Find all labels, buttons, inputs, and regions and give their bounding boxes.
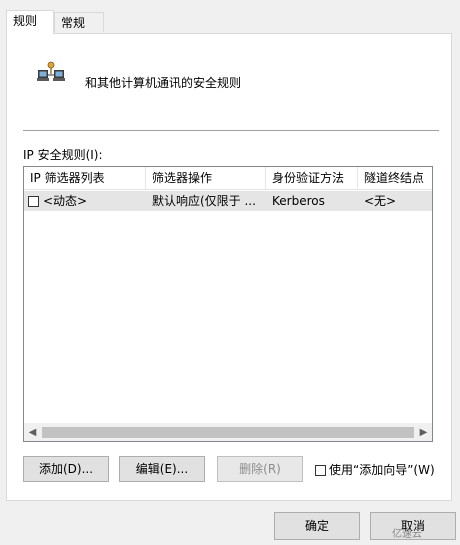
remove-button[interactable]: 删除(R) xyxy=(217,456,303,482)
rules-list[interactable]: IP 筛选器列表 筛选器操作 身份验证方法 隧道终结点 <动态> 默认响应(仅限… xyxy=(23,166,433,442)
header-description: 和其他计算机通讯的安全规则 xyxy=(85,76,242,90)
table-row[interactable]: <动态> 默认响应(仅限于 ... Kerberos <无> xyxy=(24,191,432,211)
cell-tunnel-endpoint: <无> xyxy=(364,194,397,208)
edit-button[interactable]: 编辑(E)... xyxy=(119,456,205,482)
column-tunnel-endpoint[interactable]: 隧道终结点 xyxy=(358,167,432,189)
rules-list-label: IP 安全规则(I): xyxy=(23,148,103,162)
column-filter-list[interactable]: IP 筛选器列表 xyxy=(24,167,146,189)
horizontal-scrollbar[interactable]: ◀ ▶ xyxy=(24,423,432,441)
scroll-left-icon[interactable]: ◀ xyxy=(24,424,41,441)
watermark: 亿速云 xyxy=(392,529,422,540)
scroll-right-icon[interactable]: ▶ xyxy=(415,424,432,441)
column-auth-method[interactable]: 身份验证方法 xyxy=(266,167,358,189)
tab-rules[interactable]: 规则 xyxy=(6,10,54,34)
scroll-thumb[interactable] xyxy=(42,427,414,438)
column-header: IP 筛选器列表 筛选器操作 身份验证方法 隧道终结点 xyxy=(24,167,432,190)
filter-list-value: <动态> xyxy=(43,194,88,208)
network-computers-icon xyxy=(37,61,65,81)
cell-auth-method: Kerberos xyxy=(272,194,325,208)
wizard-label: 使用“添加向导”(W) xyxy=(329,463,435,477)
add-button[interactable]: 添加(D)... xyxy=(23,456,109,482)
ok-button[interactable]: 确定 xyxy=(274,512,360,540)
add-wizard-checkbox[interactable]: 使用“添加向导”(W) xyxy=(315,461,435,478)
wizard-checkbox-box[interactable] xyxy=(315,465,326,476)
column-filter-action[interactable]: 筛选器操作 xyxy=(146,167,266,189)
cell-filter-action: 默认响应(仅限于 ... xyxy=(152,194,256,208)
cell-filter-list: <动态> xyxy=(24,191,146,211)
rule-checkbox[interactable] xyxy=(28,196,39,207)
tab-general[interactable]: 常规 xyxy=(54,12,104,32)
rules-panel: 和其他计算机通讯的安全规则 IP 安全规则(I): IP 筛选器列表 筛选器操作… xyxy=(6,33,452,501)
separator xyxy=(23,130,439,131)
